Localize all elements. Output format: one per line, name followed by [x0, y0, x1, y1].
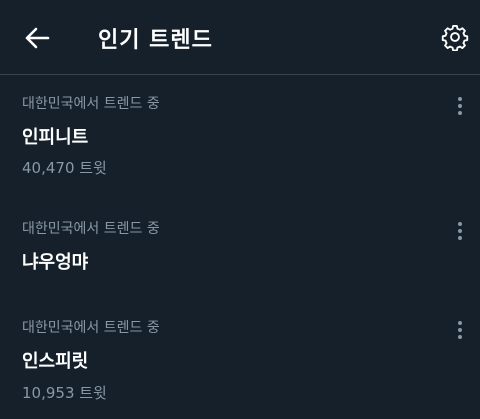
- more-vertical-icon: [458, 222, 462, 240]
- more-vertical-icon: [458, 97, 462, 115]
- trend-name[interactable]: 인스피릿: [22, 347, 88, 373]
- trend-context: 대한민국에서 트렌드 중: [22, 320, 160, 336]
- tweet-count: 40,470 트윗: [22, 159, 107, 177]
- more-vertical-icon: [458, 321, 462, 339]
- trend-item[interactable]: 대한민국에서 트렌드 중 인스피릿 10,953 트윗: [0, 292, 480, 419]
- gear-icon: [441, 24, 469, 51]
- settings-button[interactable]: [438, 20, 472, 54]
- page-title: 인기 트렌드: [98, 28, 213, 53]
- top-app-bar: 인기 트렌드: [0, 0, 480, 75]
- back-button[interactable]: [20, 22, 54, 54]
- arrow-left-icon: [25, 27, 50, 49]
- more-options-button[interactable]: [450, 218, 470, 244]
- trends-screen: 인기 트렌드 대한민국에서 트렌드 중 인피니트 40,470 트윗 대한민국에…: [0, 0, 480, 419]
- trend-context: 대한민국에서 트렌드 중: [22, 96, 160, 112]
- trend-list: 대한민국에서 트렌드 중 인피니트 40,470 트윗 대한민국에서 트렌드 중…: [0, 75, 480, 419]
- trend-context: 대한민국에서 트렌드 중: [22, 221, 160, 237]
- trend-name[interactable]: 냐우엉먀: [22, 248, 88, 274]
- trend-name[interactable]: 인피니트: [22, 123, 88, 149]
- trend-item[interactable]: 대한민국에서 트렌드 중 냐우엉먀: [0, 190, 480, 292]
- more-options-button[interactable]: [450, 93, 470, 119]
- trend-item[interactable]: 대한민국에서 트렌드 중 인피니트 40,470 트윗: [0, 75, 480, 190]
- more-options-button[interactable]: [450, 317, 470, 343]
- tweet-count: 10,953 트윗: [22, 384, 107, 402]
